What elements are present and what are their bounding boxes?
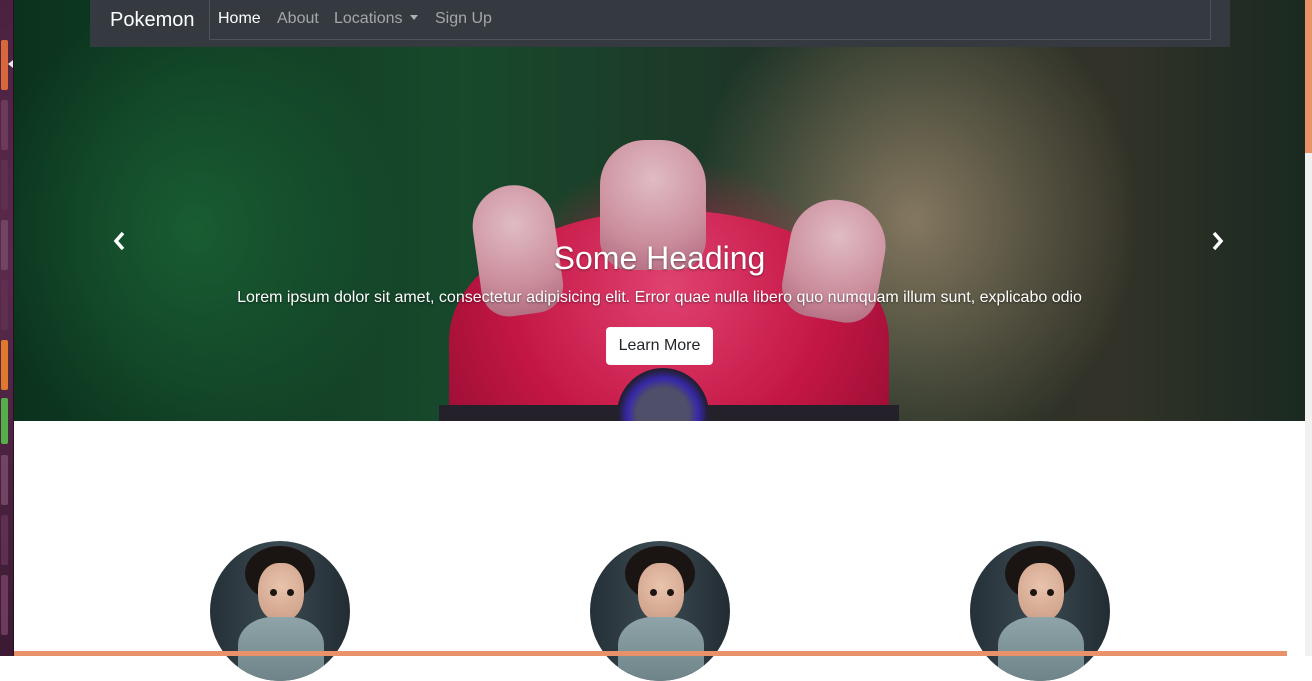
launcher-app-icon[interactable] <box>1 515 8 565</box>
launcher-app-icon[interactable] <box>1 100 8 150</box>
nav-item-about[interactable]: About <box>277 10 319 28</box>
active-indicator-icon <box>8 60 13 68</box>
launcher-app-icon[interactable] <box>1 40 8 90</box>
carousel-text: Lorem ipsum dolor sit amet, consectetur … <box>237 289 1082 306</box>
launcher-app-icon[interactable] <box>1 160 8 210</box>
nav-item-home[interactable]: Home <box>218 10 261 28</box>
learn-more-button[interactable]: Learn More <box>606 327 713 365</box>
horizontal-scrollbar[interactable] <box>14 651 1287 656</box>
avatar <box>590 541 730 681</box>
launcher-app-icon[interactable] <box>1 340 8 390</box>
launcher-app-icon[interactable] <box>1 455 8 505</box>
launcher-app-icon[interactable] <box>1 575 8 635</box>
launcher-app-icon[interactable] <box>1 398 8 444</box>
hero-carousel: Some Heading Lorem ipsum dolor sit amet,… <box>14 0 1305 421</box>
launcher-app-icon[interactable] <box>1 220 8 270</box>
desktop-launcher <box>0 0 14 656</box>
navbar: Pokemon Home About Locations Sign Up <box>90 0 1230 47</box>
navbar-brand[interactable]: Pokemon <box>110 9 195 32</box>
carousel-heading: Some Heading <box>553 240 766 276</box>
avatar <box>970 541 1110 681</box>
nav-item-locations-label: Locations <box>334 10 403 27</box>
nav-item-signup[interactable]: Sign Up <box>435 10 492 28</box>
caret-down-icon <box>409 15 418 20</box>
avatar <box>210 541 350 681</box>
scrollbar-thumb[interactable] <box>1305 0 1312 153</box>
launcher-app-icon[interactable] <box>1 280 8 330</box>
nav-item-locations[interactable]: Locations <box>334 10 418 28</box>
